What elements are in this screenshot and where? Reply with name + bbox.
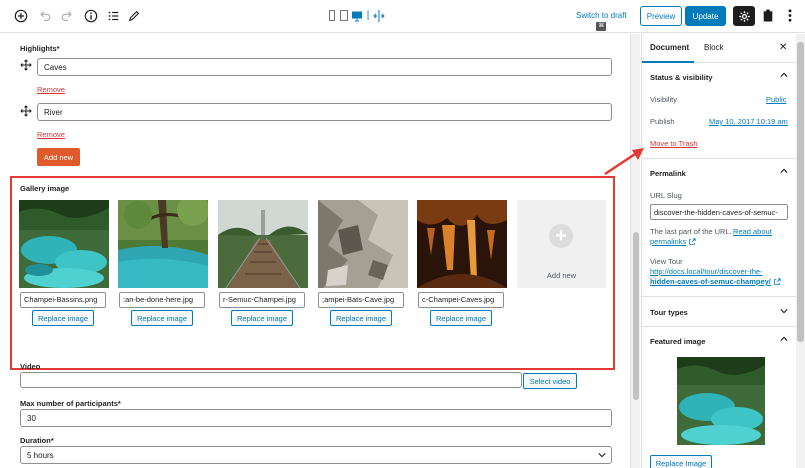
duration-select[interactable]: 5 hours bbox=[20, 446, 612, 464]
desktop-preview-icon[interactable] bbox=[351, 9, 363, 23]
external-link-icon bbox=[689, 237, 696, 245]
publish-label: Publish bbox=[650, 117, 675, 126]
publish-date-link[interactable]: May 10, 2017 10:19 am bbox=[709, 117, 788, 126]
permalinks-link-row: permalinks bbox=[650, 237, 696, 246]
gallery-image[interactable] bbox=[218, 200, 308, 288]
video-input[interactable] bbox=[20, 372, 522, 388]
featured-image-title[interactable]: Featured image bbox=[650, 337, 705, 346]
settings-sidebar: Document Block ✕ Status & visibility Vis… bbox=[641, 34, 796, 468]
editor-toolbar: | Switch to draft ⌘ Preview Update bbox=[0, 0, 805, 33]
gallery-image[interactable] bbox=[118, 200, 208, 288]
replace-image-button[interactable]: Replace image bbox=[430, 310, 492, 326]
highlights-label: Highlights* bbox=[20, 44, 60, 53]
plus-icon: + bbox=[549, 224, 573, 248]
drag-move-icon[interactable] bbox=[20, 105, 32, 117]
visibility-value-link[interactable]: Public bbox=[766, 95, 786, 104]
duration-label: Duration* bbox=[20, 436, 54, 445]
tour-types-title[interactable]: Tour types bbox=[650, 308, 688, 317]
gallery-image[interactable] bbox=[417, 200, 507, 288]
gallery-filename[interactable]: :an-be-done-here.jpg bbox=[119, 292, 205, 308]
split-view-icon[interactable] bbox=[373, 9, 385, 23]
gallery-filename[interactable]: r-Semuc-Champei.jpg bbox=[219, 292, 305, 308]
gallery-filename[interactable]: ;ampei-Bats-Cave.jpg bbox=[318, 292, 404, 308]
keyboard-shortcut-badge: ⌘ bbox=[596, 22, 607, 31]
url-slug-input[interactable]: discover-the-hidden-caves-of-semuc- bbox=[650, 204, 788, 220]
read-about-link[interactable]: Read about bbox=[733, 227, 772, 236]
highlight-input[interactable]: River bbox=[37, 103, 612, 121]
gallery-label: Gallery image bbox=[20, 184, 70, 193]
permalink-title[interactable]: Permalink bbox=[650, 169, 686, 178]
undo-icon[interactable] bbox=[36, 7, 54, 25]
featured-image[interactable] bbox=[677, 357, 765, 445]
remove-link[interactable]: Remove bbox=[37, 85, 65, 94]
device-preview-group: | bbox=[327, 9, 385, 23]
tablet-preview-icon[interactable] bbox=[339, 9, 349, 23]
add-new-highlight-button[interactable]: Add new bbox=[37, 148, 80, 166]
replace-image-button[interactable]: Replace image bbox=[32, 310, 94, 326]
status-visibility-title[interactable]: Status & visibility bbox=[650, 73, 713, 82]
gallery-add-new-tile[interactable]: + Add new bbox=[517, 200, 606, 288]
select-video-button[interactable]: Select video bbox=[523, 373, 577, 389]
drag-move-icon[interactable] bbox=[20, 59, 32, 71]
chevron-up-icon[interactable] bbox=[780, 167, 788, 176]
tour-url-link-line1[interactable]: http://docs.local/tour/discover-the- bbox=[650, 267, 763, 276]
list-view-icon[interactable] bbox=[104, 7, 122, 25]
gallery-image[interactable] bbox=[19, 200, 109, 288]
participants-input[interactable]: 30 bbox=[20, 409, 612, 427]
video-label: Video bbox=[20, 362, 41, 371]
active-tab-indicator bbox=[642, 61, 694, 63]
remove-link[interactable]: Remove bbox=[37, 130, 65, 139]
replace-featured-image-button[interactable]: Replace Image bbox=[650, 455, 712, 468]
gallery-add-new-label: Add new bbox=[546, 271, 577, 280]
plugin-icon[interactable] bbox=[762, 8, 774, 25]
info-icon[interactable] bbox=[82, 7, 100, 25]
close-icon[interactable]: ✕ bbox=[779, 42, 787, 53]
visibility-label: Visibility bbox=[650, 95, 677, 104]
participants-label: Max number of participants* bbox=[20, 399, 121, 408]
divider bbox=[642, 296, 796, 297]
editor-scrollbar-thumb[interactable] bbox=[633, 232, 639, 400]
update-button[interactable]: Update bbox=[685, 6, 726, 26]
replace-image-button[interactable]: Replace image bbox=[231, 310, 293, 326]
tab-block[interactable]: Block bbox=[704, 43, 724, 52]
more-options-icon[interactable] bbox=[788, 8, 792, 25]
url-slug-label: URL Slug bbox=[650, 191, 682, 200]
tab-document[interactable]: Document bbox=[650, 43, 689, 52]
chevron-up-icon[interactable] bbox=[780, 335, 788, 344]
edit-pencil-icon[interactable] bbox=[125, 7, 143, 25]
settings-gear-icon[interactable] bbox=[733, 6, 755, 26]
duration-value: 5 hours bbox=[27, 451, 54, 460]
move-to-trash-link[interactable]: Move to Trash bbox=[650, 139, 698, 148]
mobile-preview-icon[interactable] bbox=[327, 9, 337, 23]
redo-icon[interactable] bbox=[58, 7, 76, 25]
divider bbox=[642, 158, 796, 159]
gallery-filename[interactable]: c-Champei-Caves.jpg bbox=[418, 292, 504, 308]
replace-image-button[interactable]: Replace image bbox=[131, 310, 193, 326]
sidebar-scrollbar[interactable] bbox=[796, 34, 805, 468]
preview-button[interactable]: Preview bbox=[640, 6, 682, 26]
switch-to-draft-link[interactable]: Switch to draft ⌘ bbox=[576, 11, 627, 31]
highlight-input[interactable]: Caves bbox=[37, 58, 612, 76]
permalinks-link[interactable]: permalinks bbox=[650, 237, 686, 246]
editor-scrollbar[interactable] bbox=[630, 34, 640, 468]
sidebar-tabs: Document Block ✕ bbox=[642, 34, 796, 63]
replace-image-button[interactable]: Replace image bbox=[330, 310, 392, 326]
gallery-filename[interactable]: Champei-Bassins.png bbox=[20, 292, 106, 308]
add-block-icon[interactable] bbox=[12, 7, 30, 25]
tour-url-row: hidden-caves-of-semuc-champey/ bbox=[650, 277, 781, 286]
divider-bar: | bbox=[366, 10, 370, 21]
chevron-up-icon[interactable] bbox=[780, 71, 788, 80]
external-link-icon bbox=[774, 277, 781, 285]
slug-help-text: The last part of the URL. bbox=[650, 227, 732, 236]
chevron-down-icon bbox=[598, 453, 606, 458]
divider bbox=[642, 326, 796, 327]
sidebar-scrollbar-thumb[interactable] bbox=[797, 42, 804, 342]
gallery-image[interactable] bbox=[318, 200, 408, 288]
view-tour-label: View Tour bbox=[650, 257, 683, 266]
tour-url-link-line2[interactable]: hidden-caves-of-semuc-champey/ bbox=[650, 277, 771, 286]
chevron-down-icon[interactable] bbox=[780, 307, 788, 316]
editor-canvas: Highlights* Caves Remove River Remove Ad… bbox=[0, 34, 630, 468]
